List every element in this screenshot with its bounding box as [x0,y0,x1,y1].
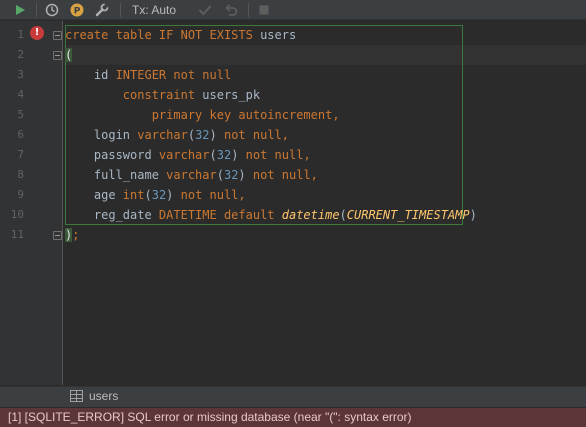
editor-toolbar: P Tx: Auto [0,0,586,20]
error-icon[interactable]: ! [30,26,44,40]
line-number: 9 [17,188,24,201]
run-icon[interactable] [12,0,28,20]
code-line: create table IF NOT EXISTS users [65,28,297,42]
line-number: 4 [17,88,24,101]
line-number: 10 [10,208,24,221]
code-line: full_name varchar(32) not null, [65,168,318,182]
line-number: 2 [17,48,24,61]
transaction-mode-dropdown[interactable]: Tx: Auto [132,0,176,20]
line-number: 5 [17,108,24,121]
fold-marker[interactable] [53,51,62,60]
code-editor[interactable]: create table IF NOT EXISTS users ( id IN… [64,21,586,385]
line-number: 1 [17,28,24,41]
code-line: password varchar(32) not null, [65,148,311,162]
svg-text:P: P [74,7,81,17]
rollback-icon[interactable] [222,0,240,20]
fold-marker[interactable] [53,231,62,240]
code-line: ); [65,228,80,242]
stop-icon[interactable] [255,0,273,20]
code-line: age int(32) not null, [65,188,246,202]
table-icon [70,390,83,402]
code-line: constraint users_pk [65,88,261,102]
toolbar-separator [120,3,121,17]
error-message: [1] [SQLITE_ERROR] SQL error or missing … [8,410,412,424]
line-number: 8 [17,168,24,181]
toolbar-separator [248,3,249,17]
history-icon[interactable] [43,0,61,20]
line-number: 6 [17,128,24,141]
console-tab-users[interactable]: users [89,389,118,403]
code-line: id INTEGER not null [65,68,232,82]
toolbar-separator [36,3,37,17]
code-line: reg_date DATETIME default datetime(CURRE… [65,208,477,222]
profile-icon[interactable]: P [68,0,86,20]
editor-gutter: 1 2 3 4 5 6 7 8 9 10 11 [0,21,63,385]
console-tab-bar [0,386,586,407]
settings-icon[interactable] [93,0,111,20]
line-number: 11 [10,228,24,241]
line-number: 3 [17,68,24,81]
commit-icon[interactable] [196,0,214,20]
line-number: 7 [17,148,24,161]
code-line: login varchar(32) not null, [65,128,289,142]
fold-marker[interactable] [53,31,62,40]
code-line: primary key autoincrement, [65,108,340,122]
code-line: ( [65,48,73,62]
